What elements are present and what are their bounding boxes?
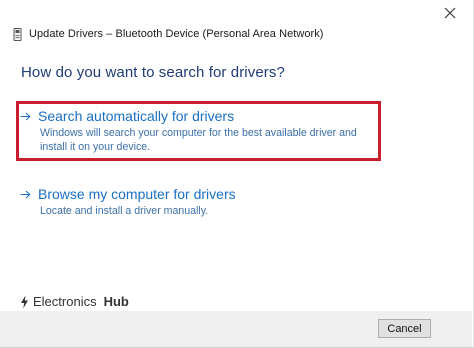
lightning-bolt-icon: [21, 295, 28, 308]
search-automatically-option[interactable]: Search automatically for drivers Windows…: [20, 108, 380, 154]
dialog-footer: Cancel: [0, 311, 472, 347]
browse-computer-description: Locate and install a driver manually.: [40, 205, 209, 217]
electronics-hub-watermark: Electronics Hub: [20, 294, 129, 309]
search-automatically-label[interactable]: Search automatically for drivers: [38, 108, 234, 124]
dialog-title: Update Drivers – Bluetooth Device (Perso…: [29, 28, 324, 40]
search-automatically-description: Windows will search your computer for th…: [40, 127, 357, 153]
watermark-brand-bold: Hub: [103, 294, 129, 309]
close-icon: [444, 7, 456, 19]
dialog-title-row: Update Drivers – Bluetooth Device (Perso…: [13, 27, 323, 41]
cancel-button[interactable]: Cancel: [378, 319, 431, 338]
arrow-right-icon: [20, 190, 31, 198]
arrow-right-icon: [20, 112, 31, 120]
update-drivers-dialog: Update Drivers – Bluetooth Device (Perso…: [0, 0, 474, 348]
close-button[interactable]: [427, 0, 473, 26]
browse-computer-label[interactable]: Browse my computer for drivers: [38, 186, 236, 202]
watermark-brand-light: Electronics: [33, 294, 97, 309]
bluetooth-device-icon: [13, 27, 22, 41]
browse-computer-option[interactable]: Browse my computer for drivers Locate an…: [20, 186, 380, 218]
page-heading: How do you want to search for drivers?: [21, 64, 285, 81]
